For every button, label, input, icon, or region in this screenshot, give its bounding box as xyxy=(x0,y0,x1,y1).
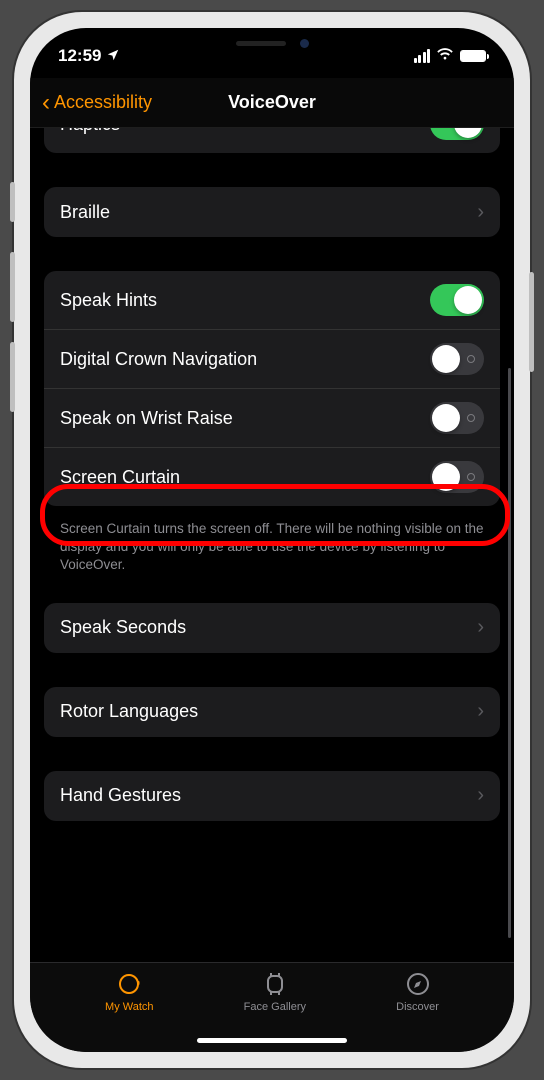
row-hand-gestures[interactable]: Hand Gestures › xyxy=(44,771,500,821)
page-title: VoiceOver xyxy=(228,92,316,113)
chevron-right-icon: › xyxy=(477,201,484,224)
front-camera xyxy=(300,39,309,48)
battery-icon xyxy=(460,50,486,62)
compass-icon xyxy=(405,971,431,997)
home-indicator[interactable] xyxy=(197,1038,347,1043)
volume-down-button xyxy=(10,342,15,412)
row-speak-on-wrist-raise[interactable]: Speak on Wrist Raise xyxy=(44,388,500,447)
toggle-wrist-raise[interactable] xyxy=(430,402,484,434)
row-label: Braille xyxy=(60,202,477,223)
wifi-icon xyxy=(436,48,454,65)
scroll-indicator xyxy=(508,368,511,938)
row-label: Haptics xyxy=(60,128,430,135)
cellular-signal-icon xyxy=(414,49,431,63)
row-label: Speak Seconds xyxy=(60,617,477,638)
row-screen-curtain[interactable]: Screen Curtain xyxy=(44,447,500,506)
notch xyxy=(172,28,372,58)
tab-label: Face Gallery xyxy=(244,1001,306,1013)
status-time: 12:59 xyxy=(58,46,101,66)
location-icon xyxy=(106,48,120,65)
watch-face-icon xyxy=(262,971,288,997)
settings-list[interactable]: Haptics Braille › Speak Hints xyxy=(30,128,514,962)
mute-switch xyxy=(10,182,15,222)
row-braille[interactable]: Braille › xyxy=(44,187,500,237)
navigation-bar: ‹ Accessibility VoiceOver xyxy=(30,78,514,128)
footer-screen-curtain: Screen Curtain turns the screen off. The… xyxy=(44,512,500,575)
side-button xyxy=(529,272,534,372)
watch-icon xyxy=(116,971,142,997)
tab-discover[interactable]: Discover xyxy=(396,971,439,1052)
chevron-right-icon: › xyxy=(477,616,484,639)
row-label: Speak on Wrist Raise xyxy=(60,408,430,429)
row-speak-seconds[interactable]: Speak Seconds › xyxy=(44,603,500,653)
row-label: Hand Gestures xyxy=(60,785,477,806)
phone-frame: 12:59 ‹ Accessibility xyxy=(12,10,532,1070)
toggle-speak-hints[interactable] xyxy=(430,284,484,316)
row-label: Screen Curtain xyxy=(60,467,430,488)
toggle-screen-curtain[interactable] xyxy=(430,461,484,493)
row-label: Digital Crown Navigation xyxy=(60,349,430,370)
chevron-right-icon: › xyxy=(477,700,484,723)
row-speak-hints[interactable]: Speak Hints xyxy=(44,271,500,329)
chevron-right-icon: › xyxy=(477,784,484,807)
back-label: Accessibility xyxy=(54,92,152,113)
toggle-haptics[interactable] xyxy=(430,128,484,140)
tab-label: Discover xyxy=(396,1001,439,1013)
toggle-digital-crown[interactable] xyxy=(430,343,484,375)
chevron-left-icon: ‹ xyxy=(42,91,50,115)
back-button[interactable]: ‹ Accessibility xyxy=(42,91,152,115)
volume-up-button xyxy=(10,252,15,322)
screen: 12:59 ‹ Accessibility xyxy=(30,28,514,1052)
tab-label: My Watch xyxy=(105,1001,154,1013)
row-rotor-languages[interactable]: Rotor Languages › xyxy=(44,687,500,737)
speaker-grille xyxy=(236,41,286,46)
row-label: Rotor Languages xyxy=(60,701,477,722)
row-digital-crown-navigation[interactable]: Digital Crown Navigation xyxy=(44,329,500,388)
row-label: Speak Hints xyxy=(60,290,430,311)
row-haptics[interactable]: Haptics xyxy=(44,128,500,153)
tab-my-watch[interactable]: My Watch xyxy=(105,971,154,1052)
